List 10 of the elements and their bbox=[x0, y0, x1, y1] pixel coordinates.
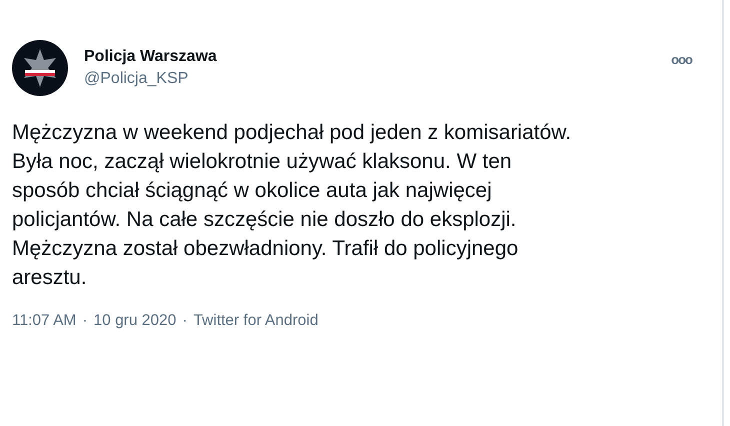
tweet-time[interactable]: 11:07 AM bbox=[12, 312, 76, 330]
author-name[interactable]: Policja Warszawa bbox=[84, 48, 656, 66]
separator: · bbox=[82, 312, 88, 330]
separator: · bbox=[182, 312, 188, 330]
more-button[interactable]: ooo bbox=[671, 52, 692, 67]
tweet-source[interactable]: Twitter for Android bbox=[193, 312, 318, 330]
tweet-text: Mężczyzna w weekend podjechał pod jeden z komisariatów. Była noc, zaczął wielokrotnie używać klaksonu. W ten sposób chciał ściągnąć w okolice auta jak najwięcej policjantów. Na całe szczęście nie doszło do eksplozji. Mężczyzna został obezwładniony. Trafił do policyjnego aresztu. bbox=[12, 120, 572, 291]
avatar-icon bbox=[12, 40, 68, 96]
author-handle[interactable]: @Policja_KSP bbox=[84, 70, 656, 88]
tweet-date[interactable]: 10 gru 2020 bbox=[94, 312, 176, 330]
